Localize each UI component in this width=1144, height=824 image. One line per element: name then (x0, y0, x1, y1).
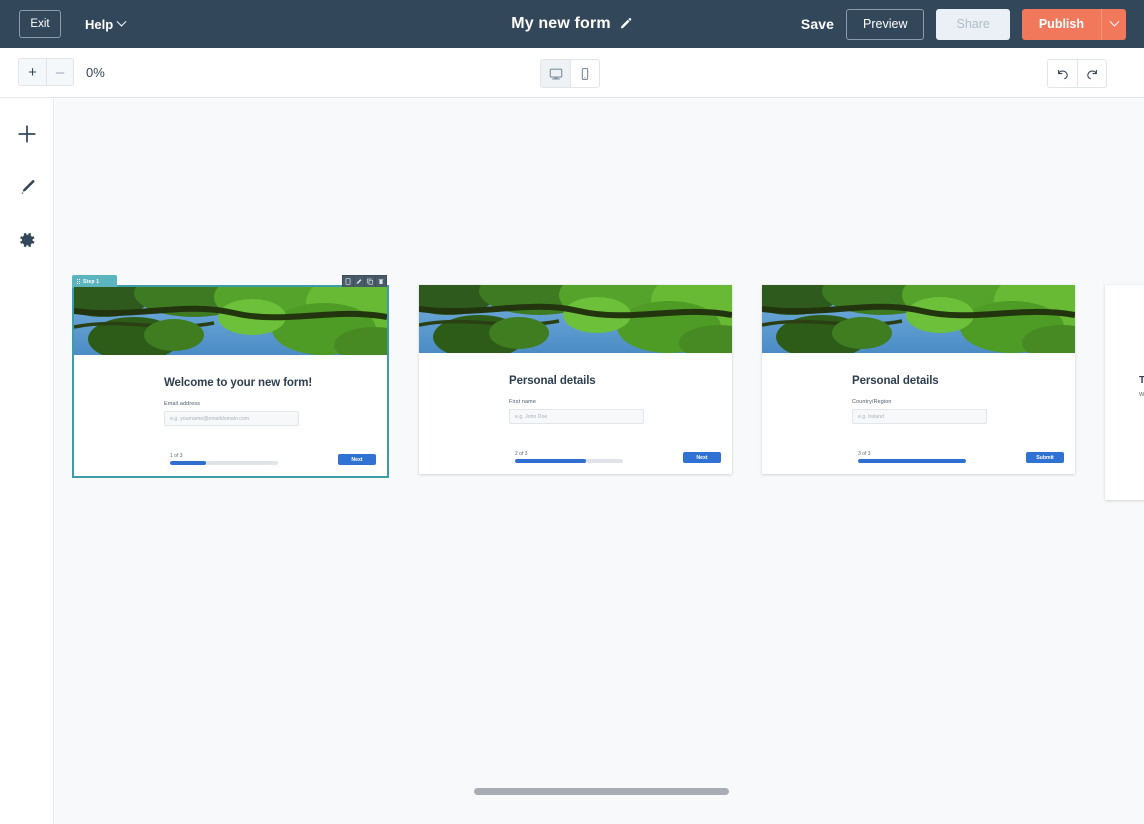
gear-icon (19, 232, 34, 248)
hero-image (419, 285, 732, 353)
card-body: Personal details Country/Region e.g. Ire… (762, 353, 1075, 474)
mobile-preview-button[interactable] (570, 60, 599, 87)
card-footer: 3 of 3 Submit (762, 451, 1075, 474)
undo-button[interactable] (1048, 60, 1077, 87)
trash-icon[interactable] (376, 276, 386, 287)
top-bar-actions: Save Preview Share Publish (801, 8, 1144, 40)
scrollbar-thumb[interactable] (474, 788, 729, 795)
progress-fill (858, 459, 966, 463)
publish-button-group: Publish (1021, 8, 1126, 40)
tree-canopy-photo (762, 285, 1075, 353)
settings-button[interactable] (14, 227, 40, 253)
page-icon[interactable] (343, 276, 353, 287)
progress-fill (515, 459, 587, 463)
horizontal-scrollbar[interactable] (474, 788, 785, 795)
duplicate-icon[interactable] (365, 276, 375, 287)
brush-icon (20, 179, 35, 194)
save-button[interactable]: Save (801, 16, 834, 32)
desktop-icon (549, 68, 562, 80)
help-label: Help (85, 16, 114, 32)
step-progress: 2 of 3 (419, 451, 623, 463)
field-label: Country/Region (852, 399, 892, 405)
step-progress: 3 of 3 (762, 451, 966, 463)
next-button[interactable]: Next (683, 452, 721, 463)
thank-you-card[interactable]: Thank you! We have received your submiss… (1105, 285, 1144, 500)
top-bar-left-group: Exit Help (0, 10, 127, 38)
progress-fill (170, 461, 206, 465)
progress-track (170, 461, 278, 465)
style-button[interactable] (14, 174, 40, 200)
chevron-down-icon (116, 16, 127, 27)
thank-you-body: Thank you! We have received your submiss… (1105, 285, 1144, 500)
tree-canopy-photo (419, 285, 732, 353)
zoom-buttons: + – (18, 58, 74, 86)
undo-icon (1057, 69, 1068, 79)
card-heading: Welcome to your new form! (164, 377, 313, 389)
step-card[interactable]: Step 1 Welcome to your new form! Email a… (72, 275, 389, 478)
desktop-preview-button[interactable] (541, 60, 570, 87)
zoom-controls: + – 0% (18, 58, 105, 86)
chevron-down-icon (1109, 16, 1119, 27)
card-footer: 1 of 3 Next (74, 453, 387, 476)
pencil-icon[interactable] (354, 276, 364, 287)
help-menu[interactable]: Help (85, 16, 127, 32)
thank-you-text: We have received your submission. (1139, 392, 1144, 398)
field-label: Email address (164, 401, 201, 407)
zoom-level-label: 0% (86, 64, 105, 80)
card-body: Personal details First name e.g. John Do… (419, 353, 732, 474)
hero-image (74, 287, 387, 355)
publish-dropdown-toggle[interactable] (1101, 8, 1126, 40)
next-button[interactable]: Next (338, 454, 376, 465)
submit-button[interactable]: Submit (1026, 452, 1064, 463)
redo-icon (1087, 69, 1097, 79)
thank-you-title: Thank you! (1139, 375, 1144, 386)
step-progress: 1 of 3 (74, 453, 278, 465)
publish-button[interactable]: Publish (1021, 8, 1101, 40)
mobile-icon (581, 67, 589, 80)
card-content: Personal details Country/Region e.g. Ire… (762, 375, 1075, 424)
step-card[interactable]: Personal details Country/Region e.g. Ire… (762, 285, 1075, 474)
form-canvas[interactable]: Step 1 Welcome to your new form! Email a… (55, 99, 1144, 824)
card-heading: Personal details (509, 375, 596, 387)
step-progress-label: 2 of 3 (515, 451, 528, 457)
email-field[interactable]: e.g. yourname@emaildomain.com (164, 411, 299, 426)
share-button: Share (936, 8, 1010, 40)
pencil-icon[interactable] (619, 17, 633, 31)
top-bar: Exit Help My new form Save Preview Share… (0, 0, 1144, 48)
exit-button[interactable]: Exit (19, 10, 61, 38)
card-content: Welcome to your new form! Email address … (74, 377, 387, 426)
progress-track (515, 459, 623, 463)
plus-icon (17, 125, 36, 143)
step-progress-label: 1 of 3 (170, 453, 183, 459)
page-title: My new form (511, 15, 611, 32)
drag-handle-icon[interactable] (77, 279, 80, 284)
first-name-field[interactable]: e.g. John Doe (509, 409, 644, 424)
step-progress-label: 3 of 3 (858, 451, 871, 457)
left-sidebar (0, 99, 54, 824)
history-controls (1047, 59, 1107, 88)
add-element-button[interactable] (14, 121, 40, 147)
redo-button[interactable] (1077, 60, 1106, 87)
card-body: Welcome to your new form! Email address … (74, 355, 387, 476)
progress-track (858, 459, 966, 463)
preview-button[interactable]: Preview (846, 8, 925, 40)
tree-canopy-photo (74, 287, 387, 355)
zoom-out-button[interactable]: – (46, 58, 74, 86)
card-content: Personal details First name e.g. John Do… (419, 375, 732, 424)
device-preview-toggle (540, 59, 600, 88)
editor-toolbar: + – 0% (0, 48, 1144, 98)
field-label: First name (509, 399, 536, 405)
card-heading: Personal details (852, 375, 939, 387)
zoom-in-button[interactable]: + (18, 58, 46, 86)
step-tab-label: Step 1 (83, 278, 100, 285)
hero-image (762, 285, 1075, 353)
step-cards-strip: Step 1 Welcome to your new form! Email a… (72, 275, 1144, 500)
card-footer: 2 of 3 Next (419, 451, 732, 474)
country-region-field[interactable]: e.g. Ireland (852, 409, 987, 424)
step-card[interactable]: Personal details First name e.g. John Do… (419, 285, 732, 474)
